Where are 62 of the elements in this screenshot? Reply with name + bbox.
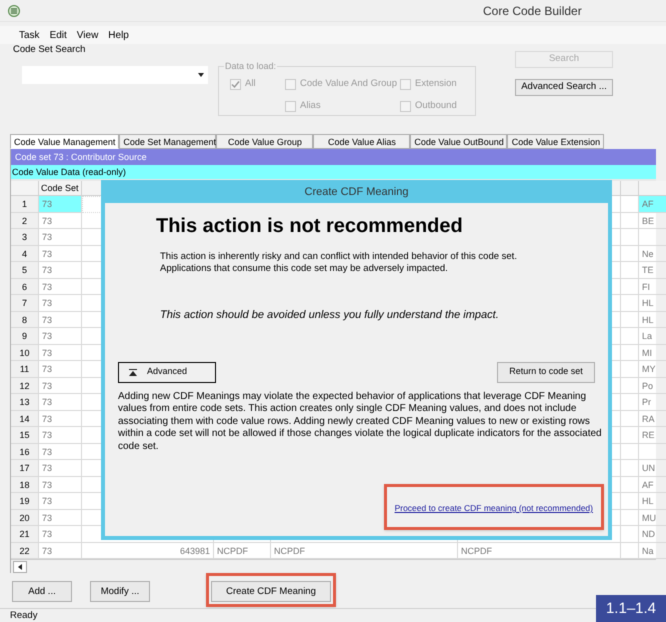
window-title: Core Code Builder	[483, 2, 582, 20]
column-header: Code Set	[39, 181, 82, 196]
action-button[interactable]: Add ...	[12, 581, 72, 602]
row-number: 3	[11, 229, 39, 246]
row-number: 20	[11, 510, 39, 526]
row-number: 9	[11, 328, 39, 344]
caution-text: This action should be avoided unless you fully understand the impact.	[160, 308, 500, 323]
tab[interactable]: Code Value Extension	[507, 134, 604, 149]
row-number: 5	[11, 262, 39, 278]
table-cell: 73	[39, 196, 82, 212]
checkbox-label: Outbound	[415, 99, 457, 114]
tab[interactable]: Code Set Management	[119, 134, 216, 149]
proceed-link[interactable]: Proceed to create CDF meaning (not recommended)	[394, 503, 593, 513]
row-number: 13	[11, 394, 39, 410]
data-bar: Code Value Data (read-only)	[11, 165, 656, 179]
menu-item[interactable]: View	[76, 28, 98, 42]
dialog-heading: This action is not recommended	[156, 214, 464, 239]
tab[interactable]: Code Value Management	[10, 134, 120, 149]
row-number: 14	[11, 410, 39, 427]
row-number: 18	[11, 476, 39, 493]
row-number: 10	[11, 344, 39, 361]
tab[interactable]: Code Value OutBound	[410, 134, 508, 149]
scroll-left-button[interactable]	[13, 560, 27, 572]
row-number: 17	[11, 460, 39, 476]
table-cell: AF	[639, 196, 666, 212]
warning-text: This action is inherently risky and can conflict with intended behavior of this code set. Applications that consume this code set may be adversely impacted.	[160, 251, 518, 275]
menu-item[interactable]: Help	[108, 28, 129, 42]
app-icon	[8, 4, 20, 16]
row-number: 2	[11, 212, 39, 229]
row-number: 19	[11, 493, 39, 510]
row-number: 15	[11, 427, 39, 444]
dropdown-arrow-icon	[198, 73, 204, 77]
return-button[interactable]: Return to code set	[497, 362, 595, 382]
dialog-title: Create CDF Meaning	[304, 184, 408, 198]
action-button[interactable]: Modify ...	[90, 581, 150, 602]
row-number: 21	[11, 526, 39, 542]
tab[interactable]: Code Value Group	[216, 134, 314, 149]
row-number: 11	[11, 361, 39, 378]
row-number: 4	[11, 246, 39, 262]
checkbox-label: All	[245, 77, 256, 91]
row-number: 22	[11, 542, 39, 559]
details-text: Adding new CDF Meanings may violate the expected behavior of applications that leverage CDF Meaning values from entire code sets. This action creates only single CDF Meaning values, and does not include associating them with code value rows. Adding newly created CDF Meaning values to new or existing rows within a code set will not be allowed if those changes violate the logical duplicate indicators for the associated code set.	[118, 390, 603, 453]
row-number: 6	[11, 278, 39, 295]
section-label: Code Set Search	[13, 44, 86, 56]
row-number: 16	[11, 444, 39, 460]
left-arrow-icon	[18, 564, 22, 570]
code-set-bar: Code set 73 : Contributor Source	[11, 149, 656, 165]
row-number: 1	[11, 196, 39, 212]
row-number: 7	[11, 295, 39, 312]
advanced-button[interactable]: Advanced	[118, 362, 216, 382]
menu-item[interactable]: Edit	[50, 28, 67, 42]
checkbox-label: Extension	[415, 77, 457, 91]
search-button[interactable]: Advanced Search ...	[515, 79, 613, 96]
collapse-icon	[129, 368, 137, 376]
action-button[interactable]: Create CDF Meaning	[211, 581, 331, 602]
checkbox-label: Code Value And Group	[300, 77, 398, 91]
row-number: 12	[11, 378, 39, 394]
code-set-combobox[interactable]	[22, 66, 208, 84]
checkbox-label: Alias	[300, 99, 321, 114]
tab[interactable]: Code Value Alias	[313, 134, 410, 149]
menu-item[interactable]: Task	[19, 28, 40, 42]
row-number: 8	[11, 312, 39, 328]
